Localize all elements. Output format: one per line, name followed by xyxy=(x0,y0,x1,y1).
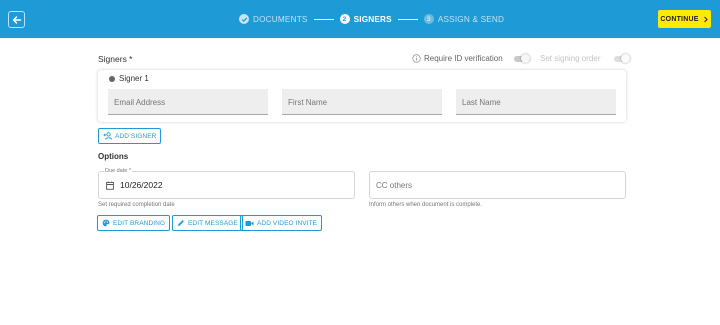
continue-button[interactable]: CONTINUE xyxy=(658,10,711,28)
toggle-knob xyxy=(621,54,630,63)
progress-stepper: DOCUMENTS 2 SIGNERS 3 ASSIGN & SEND xyxy=(239,13,504,25)
signers-title: Signers * xyxy=(98,54,133,64)
cc-others-help: Inform others when document is complete. xyxy=(369,202,483,208)
step-assign-label: ASSIGN & SEND xyxy=(437,14,505,24)
check-icon xyxy=(239,14,249,24)
step-assign-send[interactable]: 3 ASSIGN & SEND xyxy=(423,14,505,24)
top-bar: DOCUMENTS 2 SIGNERS 3 ASSIGN & SEND CONT… xyxy=(0,0,720,38)
first-name-field[interactable]: First Name xyxy=(282,89,442,115)
due-date-help: Set required completion date xyxy=(98,202,175,208)
signing-order-label: Set signing order xyxy=(540,54,601,63)
arrow-left-icon xyxy=(12,15,21,24)
palette-icon xyxy=(102,219,110,227)
signing-order-toggle[interactable] xyxy=(614,54,630,63)
add-video-invite-button[interactable]: ADD VIDEO INVITE xyxy=(240,215,323,231)
step-assign-number: 3 xyxy=(423,14,434,24)
cc-others-field[interactable]: CC others xyxy=(369,171,626,199)
due-date-value: 10/26/2022 xyxy=(120,180,163,190)
edit-message-button[interactable]: EDIT MESSAGE xyxy=(172,215,243,231)
info-icon xyxy=(412,54,421,63)
email-field[interactable]: Email Address xyxy=(108,89,268,115)
continue-label: CONTINUE xyxy=(660,15,699,23)
step-connector xyxy=(313,18,334,20)
step-signers-number: 2 xyxy=(339,14,350,24)
step-documents[interactable]: DOCUMENTS xyxy=(239,14,308,24)
step-connector xyxy=(397,18,418,20)
signer-color-dot xyxy=(109,76,115,82)
due-date-field[interactable]: Due date * 10/26/2022 xyxy=(98,168,355,199)
edit-message-label: EDIT MESSAGE xyxy=(188,219,238,227)
add-signer-label: ADD SIGNER xyxy=(115,132,157,140)
edit-branding-button[interactable]: EDIT BRANDING xyxy=(97,215,171,231)
pencil-icon xyxy=(178,220,184,226)
require-id-toggle[interactable] xyxy=(514,54,530,63)
calendar-icon xyxy=(106,181,114,190)
step-signers[interactable]: 2 SIGNERS xyxy=(339,14,392,24)
add-signer-button[interactable]: ADD SIGNER xyxy=(98,128,162,144)
options-title: Options xyxy=(98,152,129,161)
signer-name: Signer 1 xyxy=(119,74,149,83)
last-name-field[interactable]: Last Name xyxy=(456,89,616,115)
edit-branding-label: EDIT BRANDING xyxy=(113,219,166,227)
due-date-label: Due date * xyxy=(104,168,132,174)
add-person-icon xyxy=(103,132,112,140)
signer-card: Signer 1 Email Address First Name Last N… xyxy=(98,70,626,122)
add-video-invite-label: ADD VIDEO INVITE xyxy=(257,219,318,227)
step-documents-label: DOCUMENTS xyxy=(253,14,308,24)
step-signers-label: SIGNERS xyxy=(353,14,392,24)
toggle-knob xyxy=(521,54,530,63)
back-button[interactable] xyxy=(8,11,25,28)
video-camera-icon xyxy=(245,220,254,226)
chevron-right-icon xyxy=(703,16,708,22)
cc-others-placeholder: CC others xyxy=(376,181,413,190)
require-id-label: Require ID verification xyxy=(424,54,503,63)
